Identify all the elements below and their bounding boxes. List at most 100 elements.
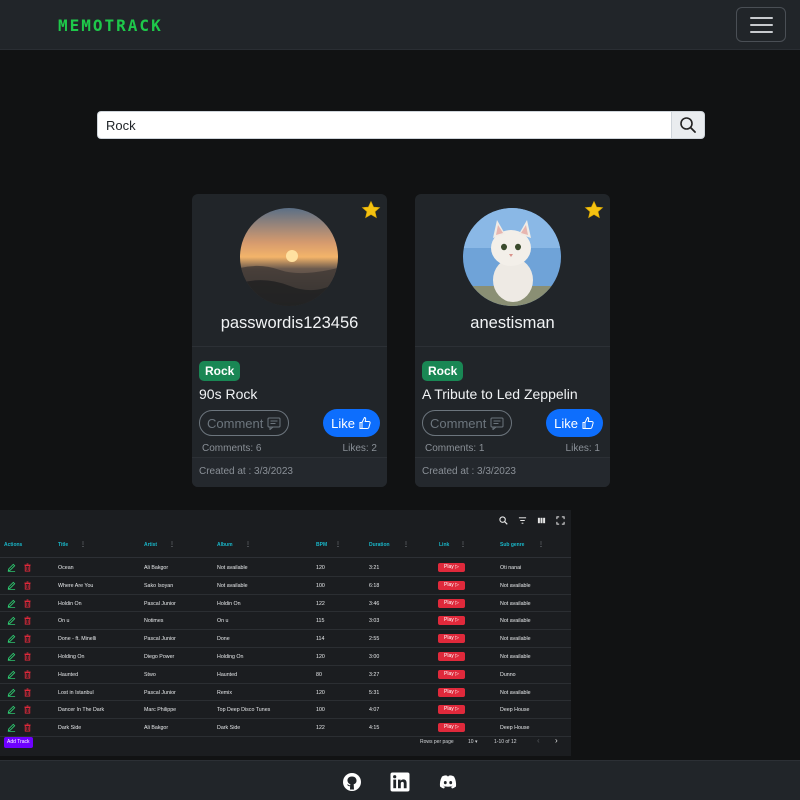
column-menu-icon[interactable]: ⋮ bbox=[169, 541, 175, 548]
column-menu-icon[interactable]: ⋮ bbox=[80, 541, 86, 548]
column-menu-icon[interactable]: ⋮ bbox=[460, 541, 466, 548]
pencil-icon[interactable] bbox=[7, 688, 16, 697]
header-title[interactable]: Title bbox=[58, 542, 68, 548]
search-input[interactable] bbox=[97, 111, 671, 139]
header-album[interactable]: Album bbox=[217, 542, 233, 548]
star-icon[interactable] bbox=[361, 200, 381, 220]
header-duration[interactable]: Duration bbox=[369, 542, 390, 548]
search-icon[interactable] bbox=[499, 516, 508, 525]
play-button[interactable]: Play ▷ bbox=[438, 723, 465, 733]
playlist-title[interactable]: A Tribute to Led Zeppelin bbox=[422, 386, 578, 402]
star-icon[interactable] bbox=[584, 200, 604, 220]
rows-per-page-select[interactable]: 10 ▾ bbox=[468, 739, 477, 745]
column-menu-icon[interactable]: ⋮ bbox=[245, 541, 251, 548]
genre-badge: Rock bbox=[199, 361, 241, 381]
trash-icon[interactable] bbox=[23, 723, 32, 732]
trash-icon[interactable] bbox=[23, 705, 32, 714]
cell-album: On u bbox=[217, 618, 229, 625]
cell-bpm: 122 bbox=[316, 600, 325, 607]
cell-album: Not available bbox=[217, 565, 248, 571]
cell-bpm: 120 bbox=[316, 565, 325, 571]
cell-duration: 6:18 bbox=[369, 582, 380, 589]
rows-per-page-label: Rows per page bbox=[420, 739, 454, 745]
cell-bpm: 120 bbox=[316, 689, 325, 696]
trash-icon[interactable] bbox=[23, 563, 32, 572]
comment-button[interactable]: Comment bbox=[199, 410, 290, 436]
fullscreen-icon[interactable] bbox=[556, 516, 565, 525]
pencil-icon[interactable] bbox=[7, 616, 16, 626]
playlist-title[interactable]: 90s Rock bbox=[199, 386, 257, 402]
like-button[interactable]: Like bbox=[323, 409, 380, 437]
play-button[interactable]: Play ▷ bbox=[438, 652, 465, 661]
trash-icon[interactable] bbox=[23, 670, 32, 679]
cell-subgenre: Not available bbox=[500, 636, 531, 643]
thumbs-up-icon bbox=[359, 416, 371, 429]
play-button[interactable]: Play ▷ bbox=[438, 563, 465, 572]
play-button[interactable]: Play ▷ bbox=[438, 598, 465, 608]
footer bbox=[0, 760, 800, 800]
cell-subgenre: Deep House bbox=[500, 725, 530, 732]
page-range: 1-10 of 12 bbox=[494, 739, 517, 745]
cell-title: Dancer In The Dark bbox=[58, 707, 105, 714]
play-button[interactable]: Play ▷ bbox=[438, 616, 465, 626]
discord-icon[interactable] bbox=[438, 772, 458, 792]
search-bar bbox=[97, 111, 705, 139]
cell-artist: Sako Isoyan bbox=[144, 582, 174, 589]
filter-icon[interactable] bbox=[518, 516, 527, 525]
linkedin-icon[interactable] bbox=[390, 772, 410, 792]
brand-logo[interactable]: MEMOTRACK bbox=[58, 16, 163, 35]
cell-title: Haunted bbox=[58, 671, 79, 678]
pencil-icon[interactable] bbox=[7, 670, 16, 679]
cell-album: Done bbox=[217, 636, 230, 643]
cell-artist: Pascal Junior bbox=[144, 636, 176, 643]
card-username[interactable]: passwordis123456 bbox=[192, 314, 387, 333]
header-subgenre[interactable]: Sub genre bbox=[500, 542, 524, 548]
play-button[interactable]: Play ▷ bbox=[438, 687, 465, 697]
rows-per-page-value: 10 bbox=[468, 739, 474, 745]
navbar: MEMOTRACK bbox=[0, 0, 800, 50]
prev-page-button[interactable]: ‹ bbox=[537, 736, 540, 745]
trash-icon[interactable] bbox=[23, 688, 32, 697]
cell-artist: Marc Philippe bbox=[144, 707, 177, 714]
pencil-icon[interactable] bbox=[7, 634, 16, 644]
github-icon[interactable] bbox=[342, 772, 362, 792]
cell-duration: 3:46 bbox=[369, 600, 380, 607]
trash-icon[interactable] bbox=[23, 634, 32, 643]
next-page-button[interactable]: › bbox=[555, 736, 558, 745]
playlist-card: passwordis123456 Rock 90s Rock Comment L… bbox=[192, 194, 387, 487]
header-link[interactable]: Link bbox=[439, 542, 449, 548]
add-track-button[interactable]: Add Track bbox=[4, 737, 33, 748]
search-button[interactable] bbox=[671, 111, 705, 139]
cell-duration: 5:31 bbox=[369, 689, 380, 696]
comment-button[interactable]: Comment bbox=[422, 410, 513, 436]
header-artist[interactable]: Artist bbox=[144, 542, 157, 548]
like-button[interactable]: Like bbox=[546, 409, 603, 437]
hamburger-icon bbox=[750, 17, 773, 19]
pencil-icon[interactable] bbox=[7, 599, 16, 608]
pencil-icon[interactable] bbox=[7, 705, 16, 715]
column-menu-icon[interactable]: ⋮ bbox=[403, 541, 409, 548]
cell-artist: Ali Bakgor bbox=[144, 565, 169, 571]
trash-icon[interactable] bbox=[23, 581, 32, 590]
hamburger-line bbox=[750, 24, 773, 26]
play-button[interactable]: Play ▷ bbox=[438, 634, 465, 644]
pencil-icon[interactable] bbox=[7, 581, 16, 590]
trash-icon[interactable] bbox=[23, 616, 32, 625]
header-bpm[interactable]: BPM bbox=[316, 542, 327, 548]
pencil-icon[interactable] bbox=[7, 723, 16, 733]
card-header: passwordis123456 bbox=[192, 194, 387, 347]
play-button[interactable]: Play ▷ bbox=[438, 580, 465, 590]
trash-icon[interactable] bbox=[23, 599, 32, 608]
card-username[interactable]: anestisman bbox=[415, 314, 610, 333]
column-menu-icon[interactable]: ⋮ bbox=[538, 541, 544, 548]
play-button[interactable]: Play ▷ bbox=[438, 669, 465, 679]
pencil-icon[interactable] bbox=[7, 652, 16, 661]
columns-icon[interactable] bbox=[537, 516, 546, 525]
column-menu-icon[interactable]: ⋮ bbox=[335, 541, 341, 548]
table-row: Holdin On Pascal Junior Holdin On 122 3:46 No… bbox=[0, 595, 571, 613]
menu-toggle-button[interactable] bbox=[736, 7, 786, 42]
trash-icon[interactable] bbox=[23, 652, 32, 661]
pencil-icon[interactable] bbox=[7, 563, 16, 572]
play-button[interactable]: Play ▷ bbox=[438, 705, 465, 715]
chat-icon bbox=[267, 417, 281, 430]
